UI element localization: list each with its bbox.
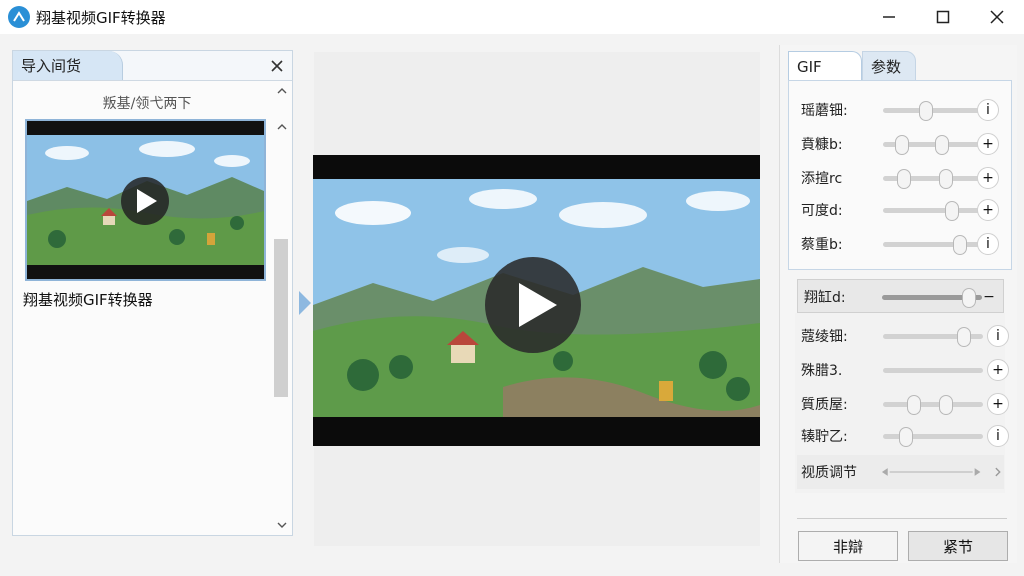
tab-params-label: 参数	[871, 57, 902, 76]
secondary-button-label: 非辯	[832, 537, 863, 556]
info-button[interactable]: i	[977, 233, 999, 255]
scroll-up-icon-inner[interactable]	[276, 121, 288, 133]
thumbnail-filename: 翔基视频GIF转换器	[23, 291, 153, 309]
primary-button[interactable]: 紧节	[908, 531, 1008, 561]
param-row: 蔻绫钿: i	[801, 321, 1013, 351]
scrollbar-thumb[interactable]	[274, 239, 288, 397]
param-row: 殊腊3. +	[801, 355, 1013, 385]
add-button[interactable]: +	[977, 133, 999, 155]
zoom-row: 视质调节	[797, 455, 1004, 489]
primary-button-label: 紧节	[942, 537, 973, 556]
tab-import-label: 导入间货	[21, 57, 82, 75]
scroll-down-icon[interactable]	[276, 519, 288, 531]
param-row: 質质屋: +	[801, 389, 1013, 419]
param-slider[interactable]	[883, 426, 983, 447]
highlight-row: 翔缸d: −	[797, 279, 1004, 313]
param-row: 蔡重b: i	[801, 229, 1013, 259]
param-label: 瑶蘑钿:	[801, 103, 848, 119]
add-button[interactable]: +	[987, 359, 1009, 381]
info-button[interactable]: i	[987, 325, 1009, 347]
param-label: 可度d:	[801, 203, 843, 219]
title-bar: 翔基视频GIF转换器	[0, 0, 1024, 34]
window-title: 翔基视频GIF转换器	[36, 8, 166, 27]
maximize-icon	[936, 10, 950, 24]
param-label: 辏聍乙:	[801, 429, 848, 445]
close-panel-icon[interactable]	[268, 57, 286, 75]
video-preview[interactable]	[313, 155, 760, 446]
param-slider[interactable]	[882, 287, 982, 308]
param-row: 辏聍乙: i	[801, 421, 1013, 451]
info-button[interactable]: i	[977, 99, 999, 121]
param-slider[interactable]	[883, 134, 983, 155]
section-caption: 叛基/领弋两下	[102, 96, 192, 112]
param-row: 賁糠b: +	[801, 129, 1013, 159]
import-panel: 导入间货 叛基/领弋两下 翔基视频GIF转换器	[12, 50, 293, 536]
thumbnail-image	[27, 121, 264, 279]
zoom-label: 视质调节	[801, 465, 857, 481]
import-panel-header: 导入间货	[13, 51, 292, 81]
param-label: 質质屋:	[801, 397, 848, 413]
tab-params[interactable]: 参数	[862, 51, 916, 81]
param-slider[interactable]	[883, 234, 983, 255]
tab-gif-label: GIF	[797, 57, 822, 76]
app-logo-icon	[8, 6, 30, 28]
param-slider[interactable]	[883, 360, 983, 380]
param-slider[interactable]	[883, 100, 983, 121]
panel-expand-icon[interactable]	[298, 290, 312, 316]
param-slider[interactable]	[883, 200, 983, 221]
add-button[interactable]: +	[987, 393, 1009, 415]
param-slider[interactable]	[883, 394, 983, 415]
param-label: 添揎rc	[801, 171, 843, 187]
info-button[interactable]: i	[987, 425, 1009, 447]
zoom-slider[interactable]	[880, 464, 986, 480]
param-label: 蔻绫钿:	[801, 329, 848, 345]
video-thumbnail[interactable]	[25, 119, 266, 281]
param-row: 瑶蘑钿: i	[801, 95, 1013, 125]
minus-button[interactable]: −	[978, 286, 1000, 308]
param-row: 可度d: +	[801, 195, 1013, 225]
settings-tabs: GIF 参数	[788, 51, 1016, 81]
param-slider[interactable]	[883, 168, 983, 189]
close-icon	[990, 10, 1004, 24]
preview-image	[313, 155, 760, 446]
settings-panel: GIF 参数 瑶蘑钿: i 賁糠b: + 添揎rc + 可度d: + 蔡重b: …	[779, 45, 1017, 563]
tab-gif[interactable]: GIF	[788, 51, 862, 81]
param-label: 翔缸d:	[804, 290, 846, 306]
minimize-icon	[883, 16, 895, 18]
maximize-button[interactable]	[916, 0, 970, 34]
param-label: 殊腊3.	[801, 363, 843, 379]
add-button[interactable]: +	[977, 199, 999, 221]
close-button[interactable]	[970, 0, 1024, 34]
divider	[797, 518, 1007, 519]
secondary-button[interactable]: 非辯	[798, 531, 898, 561]
scroll-up-icon[interactable]	[276, 85, 288, 97]
param-label: 賁糠b:	[801, 137, 843, 153]
param-slider[interactable]	[883, 326, 983, 347]
param-row: 添揎rc +	[801, 163, 1013, 193]
chevron-right-icon[interactable]	[992, 466, 1004, 478]
add-button[interactable]: +	[977, 167, 999, 189]
tab-import[interactable]: 导入间货	[13, 51, 123, 80]
highlight-param-row: 翔缸d: −	[804, 282, 1004, 312]
param-label: 蔡重b:	[801, 237, 843, 253]
params-box: 瑶蘑钿: i 賁糠b: + 添揎rc + 可度d: + 蔡重b: i	[788, 80, 1012, 270]
minimize-button[interactable]	[862, 0, 916, 34]
